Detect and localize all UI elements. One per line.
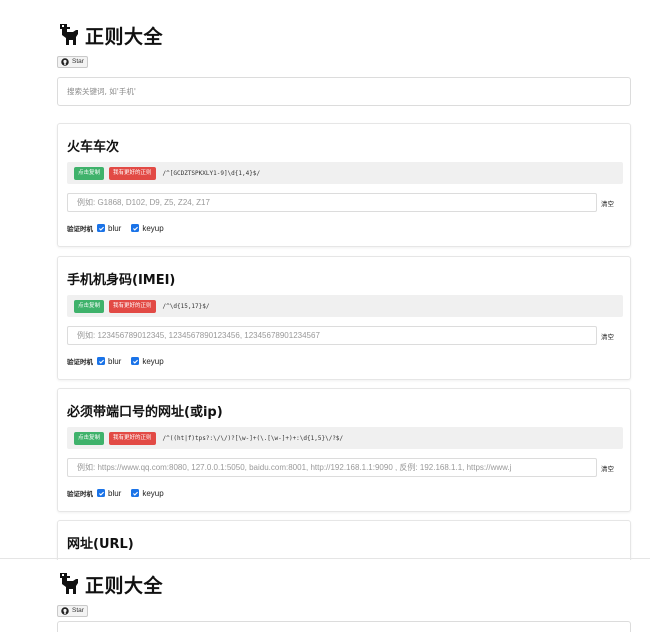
card-title: 网址(URL) [67,537,134,552]
blur-label: blur [108,223,122,233]
verify-label: 验证时机 [67,225,93,233]
page-title: 正则大全 [85,25,164,48]
clear-button[interactable]: 清空 [601,198,614,208]
card-title: 手机机身码(IMEI) [67,273,176,288]
github-icon [61,607,69,615]
regex-bar: 点击复制 我有更好的正则 /^((ht|f)tps?:\/\/)?[\w-]+(… [67,427,623,449]
divider [0,558,650,559]
better-regex-button[interactable]: 我有更好的正则 [109,166,156,180]
verify-options: 验证时机 blur keyup [67,223,170,234]
regex-text: /^\d{15,17}$/ [162,302,210,310]
search-input[interactable] [67,87,630,96]
regex-text: /^((ht|f)tps?:\/\/)?[\w-]+(\.[\w-]+)+:\d… [162,434,344,442]
clear-button[interactable]: 清空 [601,463,614,473]
copy-button[interactable]: 点击复制 [74,299,105,313]
search-box[interactable] [57,621,631,632]
keyup-label: keyup [142,356,164,366]
example-row: 例如: https://www.qq.com:8080, 127.0.0.1:5… [67,458,623,477]
keyup-option[interactable]: keyup [131,223,164,233]
checkbox-checked-icon[interactable] [97,224,105,232]
title-row: 正则大全 [57,569,163,599]
github-star-label: Star [72,607,84,614]
keyup-option[interactable]: keyup [131,356,164,366]
regex-bar: 点击复制 我有更好的正则 /^\d{15,17}$/ [67,295,623,317]
blur-option[interactable]: blur [97,489,121,498]
main-view: 正则大全 Star 火车车次 点击复制 我有更好的正则 /^[GCDZTSPKX… [0,0,650,560]
regex-bar: 点击复制 我有更好的正则 /^[GCDZTSPKXLY1-9]\d{1,4}$/ [67,162,623,184]
copy-button[interactable]: 点击复制 [74,166,105,180]
card-title: 火车车次 [67,140,120,155]
copy-button[interactable]: 点击复制 [74,431,105,445]
github-icon [61,58,69,66]
page-title: 正则大全 [85,574,164,597]
blur-option[interactable]: blur [97,224,121,233]
checkbox-checked-icon[interactable] [97,357,105,365]
blur-label: blur [108,356,122,366]
test-input[interactable]: 例如: G1868, D102, D9, Z5, Z24, Z17 [67,193,597,212]
github-star-label: Star [72,58,84,65]
better-regex-button[interactable]: 我有更好的正则 [109,431,156,445]
clear-button[interactable]: 清空 [601,331,614,341]
regex-card: 火车车次 点击复制 我有更好的正则 /^[GCDZTSPKXLY1-9]\d{1… [57,123,631,247]
title-row: 正则大全 [57,20,163,50]
keyup-label: keyup [142,488,164,498]
github-star-button[interactable]: Star [57,605,88,617]
checkbox-checked-icon[interactable] [97,489,105,497]
blur-option[interactable]: blur [97,357,121,366]
test-input[interactable]: 例如: 123456789012345, 1234567890123456, 1… [67,326,597,345]
search-box[interactable] [57,77,631,106]
github-star-button[interactable]: Star [57,56,88,68]
dinosaur-logo-icon [57,571,81,597]
verify-options: 验证时机 blur keyup [67,356,170,367]
checkbox-checked-icon[interactable] [131,224,140,232]
checkbox-checked-icon[interactable] [131,357,140,365]
regex-card: 网址(URL) [57,520,631,560]
duplicate-view: 正则大全 Star [0,560,650,632]
blur-label: blur [108,488,122,498]
header: 正则大全 Star [57,20,163,71]
keyup-label: keyup [142,223,164,233]
test-input[interactable]: 例如: https://www.qq.com:8080, 127.0.0.1:5… [67,458,597,477]
keyup-option[interactable]: keyup [131,488,164,498]
dinosaur-logo-icon [57,22,81,48]
regex-card: 必须带端口号的网址(或ip) 点击复制 我有更好的正则 /^((ht|f)tps… [57,388,631,512]
verify-label: 验证时机 [67,490,93,498]
verify-options: 验证时机 blur keyup [67,488,170,499]
header: 正则大全 Star [57,569,163,620]
example-row: 例如: 123456789012345, 1234567890123456, 1… [67,326,623,345]
card-title: 必须带端口号的网址(或ip) [67,405,223,420]
verify-label: 验证时机 [67,358,93,366]
example-row: 例如: G1868, D102, D9, Z5, Z24, Z17 清空 [67,193,623,212]
better-regex-button[interactable]: 我有更好的正则 [109,299,156,313]
regex-card: 手机机身码(IMEI) 点击复制 我有更好的正则 /^\d{15,17}$/ 例… [57,256,631,380]
checkbox-checked-icon[interactable] [131,489,140,497]
regex-text: /^[GCDZTSPKXLY1-9]\d{1,4}$/ [162,169,261,177]
